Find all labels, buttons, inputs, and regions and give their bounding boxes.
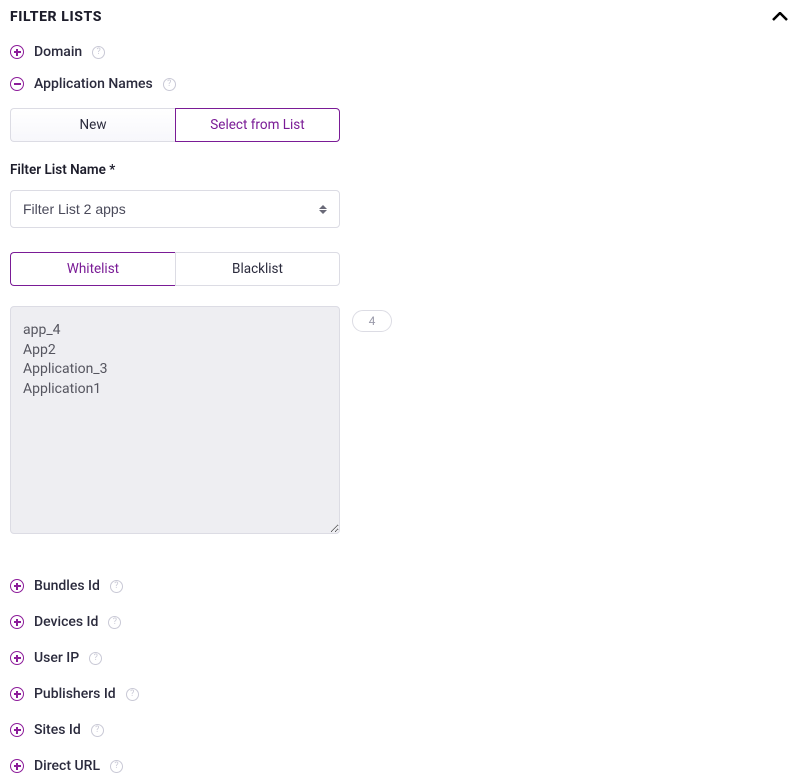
filter-label-user-ip: User IP (34, 650, 79, 666)
filter-row-devices-id: Devices Id (10, 614, 791, 630)
expand-icon[interactable] (10, 759, 24, 773)
filter-row-publishers-id: Publishers Id (10, 686, 791, 702)
help-icon[interactable] (163, 78, 176, 91)
filter-row-sites-id: Sites Id (10, 722, 791, 738)
chevron-up-icon (772, 12, 788, 22)
help-icon[interactable] (110, 760, 123, 773)
whitelist-blacklist-segment: Whitelist Blacklist (10, 252, 791, 286)
blacklist-button[interactable]: Blacklist (175, 252, 340, 286)
filter-label-domain: Domain (34, 44, 82, 60)
filter-list-items-textarea[interactable]: app_4 App2 Application_3 Application1 (10, 306, 340, 534)
help-icon[interactable] (126, 688, 139, 701)
item-count-badge: 4 (352, 310, 392, 332)
filter-row-user-ip: User IP (10, 650, 791, 666)
filter-row-application-names: Application Names (10, 76, 791, 92)
page-title: FILTER LISTS (10, 9, 102, 25)
filter-label-sites-id: Sites Id (34, 722, 81, 738)
filter-row-direct-url: Direct URL (10, 758, 791, 774)
collapse-section-button[interactable] (769, 6, 791, 28)
new-or-select-segment: New Select from List (10, 108, 791, 142)
expand-icon[interactable] (10, 723, 24, 737)
help-icon[interactable] (110, 580, 123, 593)
expand-icon[interactable] (10, 615, 24, 629)
filter-label-devices-id: Devices Id (34, 614, 98, 630)
filter-row-domain: Domain (10, 44, 791, 60)
filter-label-bundles-id: Bundles Id (34, 578, 100, 594)
filter-list-name-input[interactable] (10, 190, 340, 228)
expand-icon[interactable] (10, 687, 24, 701)
help-icon[interactable] (108, 616, 121, 629)
expand-icon[interactable] (10, 579, 24, 593)
filter-list-name-label: Filter List Name * (10, 162, 791, 178)
filter-label-publishers-id: Publishers Id (34, 686, 116, 702)
filter-label-direct-url: Direct URL (34, 758, 100, 774)
whitelist-button[interactable]: Whitelist (10, 252, 175, 286)
filter-label-application-names: Application Names (34, 76, 153, 92)
filter-row-bundles-id: Bundles Id (10, 578, 791, 594)
expand-icon[interactable] (10, 45, 24, 59)
collapse-icon[interactable] (10, 77, 24, 91)
expand-icon[interactable] (10, 651, 24, 665)
filter-list-name-select[interactable] (10, 190, 340, 228)
help-icon[interactable] (91, 724, 104, 737)
new-button[interactable]: New (10, 108, 175, 142)
help-icon[interactable] (92, 46, 105, 59)
select-from-list-button[interactable]: Select from List (175, 108, 340, 142)
help-icon[interactable] (89, 652, 102, 665)
